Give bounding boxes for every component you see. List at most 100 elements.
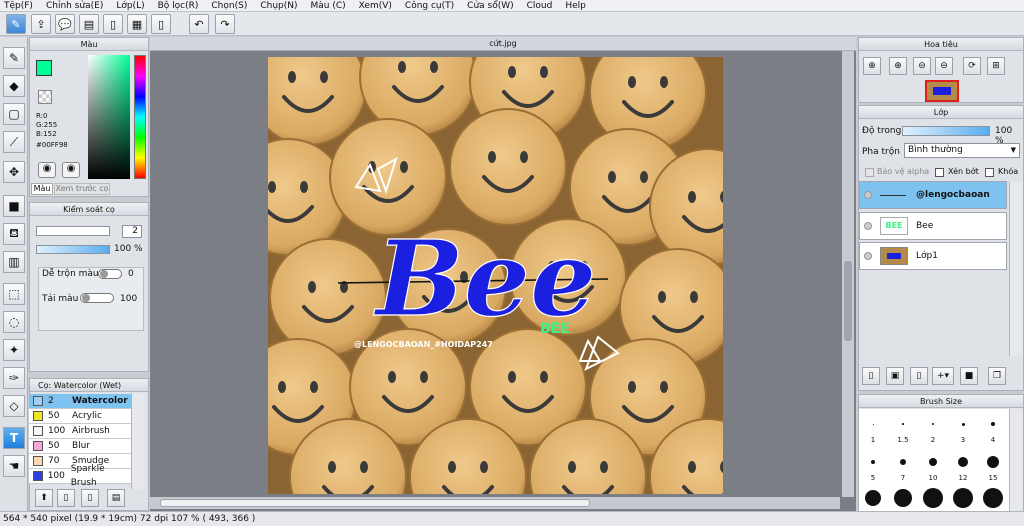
brush-size-dot[interactable] [932,423,934,425]
new-folder-icon[interactable]: ▣ [886,367,904,385]
new-layer-icon[interactable]: ▯ [862,367,880,385]
layer-visibility-icon[interactable] [864,222,872,230]
palette-icon[interactable]: ◉ [38,162,56,178]
transparent-swatch[interactable] [38,90,52,104]
hand-tool-icon[interactable]: ☚ [3,455,25,477]
vertical-scrollbar[interactable] [842,51,854,497]
brush-size-dot[interactable] [923,488,943,508]
bucket-tool-icon[interactable]: ⛾ [3,223,25,245]
brush-row[interactable]: 100 Airbrush [29,424,131,439]
brush-size-scrollbar[interactable] [1009,409,1023,511]
saturation-value-picker[interactable] [88,55,130,179]
brush-size-dot[interactable] [983,488,1003,508]
menu-item[interactable]: Chỉnh sửa(E) [46,1,103,11]
brush-copy-icon[interactable]: ▯ [81,489,99,507]
chat-icon[interactable]: 💬 [55,14,75,34]
brush-size-dot[interactable] [902,423,904,425]
brush-tool-icon[interactable]: ✎ [3,47,25,69]
reload-slider[interactable] [80,293,114,303]
canvas[interactable]: Bee BEE @LENGOCBAOAN_#HOIDAP247 [268,57,723,494]
lasso-tool-icon[interactable]: ◌ [3,311,25,333]
opacity-slider[interactable] [36,245,110,254]
redo-icon[interactable]: ↷ [215,14,235,34]
menu-item[interactable]: Xem(V) [359,1,392,11]
select-rect-tool-icon[interactable]: ⬚ [3,283,25,305]
hue-slider[interactable] [134,55,146,179]
zoom-fit-icon[interactable]: ⊕ [863,57,881,75]
menu-item[interactable]: Lớp(L) [116,1,144,11]
brush-size-dot[interactable] [894,489,912,507]
brush-row[interactable]: 2 Watercolor [29,394,131,409]
menu-item[interactable]: Bộ lọc(R) [158,1,199,11]
brush-settings-icon[interactable]: ▤ [107,489,125,507]
tab-brush-preview[interactable]: Xem trước cọ [54,183,110,195]
document-tab[interactable]: cứt.jpg [150,37,856,51]
menu-item[interactable]: Chụp(N) [260,1,297,11]
size-slider[interactable] [36,226,110,236]
layer-visibility-icon[interactable] [864,252,872,260]
menu-item[interactable]: Cloud [527,1,553,11]
current-color-swatch[interactable] [36,60,52,76]
pen-mode-icon[interactable]: ✎ [6,14,26,34]
brush-list-scrollbar[interactable] [131,393,145,489]
brush-add-icon[interactable]: ⬆ [35,489,53,507]
flip-icon[interactable]: ⊞ [987,57,1005,75]
clipping-checkbox[interactable] [935,168,944,177]
layer-add-menu-icon[interactable]: +▾ [932,367,954,385]
zoom-out-icon[interactable]: ⊖ [913,57,931,75]
line-tool-icon[interactable]: ⟋ [3,131,25,153]
tab-color[interactable]: Màu [31,183,53,195]
folder-icon[interactable]: ■ [960,367,978,385]
file-icon[interactable]: ▯ [151,14,171,34]
protect-alpha-checkbox[interactable] [865,168,874,177]
brush-size-dot[interactable] [958,457,968,467]
lock-checkbox[interactable] [985,168,994,177]
brush-size-dot[interactable] [961,422,965,426]
brush-size-dot[interactable] [991,422,995,426]
layer-row[interactable]: BEE Bee [859,212,1007,240]
navigator-thumbnail[interactable] [925,80,959,102]
menu-item[interactable]: Tệp(F) [4,1,33,11]
fill-rect-tool-icon[interactable]: ■ [3,195,25,217]
window-icon[interactable]: ▤ [79,14,99,34]
brush-row[interactable]: 50 Blur [29,439,131,454]
brush-size-dot[interactable] [900,459,906,465]
eraser-tool-icon[interactable]: ◆ [3,75,25,97]
palette-edit-icon[interactable]: ◉ [62,162,80,178]
brush-size-dot[interactable] [872,423,874,425]
menu-item[interactable]: Công cụ(T) [405,1,454,11]
zoom-actual-icon[interactable]: ⊖ [935,57,953,75]
brush-size-dot[interactable] [953,488,973,508]
move-tool-icon[interactable]: ✥ [3,161,25,183]
rotate-icon[interactable]: ⟳ [963,57,981,75]
magic-wand-tool-icon[interactable]: ✦ [3,339,25,361]
menu-item[interactable]: Chọn(S) [211,1,247,11]
layer-opacity-slider[interactable] [902,126,990,136]
export-icon[interactable]: ⇪ [31,14,51,34]
select-eraser-tool-icon[interactable]: ◇ [3,395,25,417]
layer-visibility-icon[interactable] [864,191,872,199]
document-icon[interactable]: ▯ [103,14,123,34]
merge-layer-icon[interactable]: ❐ [988,367,1006,385]
text-tool-icon[interactable]: T [3,427,25,449]
brush-row[interactable]: 100 Sparkle Brush [29,464,131,488]
size-value[interactable]: 2 [122,225,142,238]
brush-new-icon[interactable]: ▯ [57,489,75,507]
menu-item[interactable]: Cửa sổ(W) [467,1,513,11]
brush-size-dot[interactable] [865,490,881,506]
brush-size-dot[interactable] [929,458,937,466]
layer-scrollbar[interactable] [1009,182,1023,356]
copy-layer-icon[interactable]: ▯ [910,367,928,385]
layer-row[interactable]: Lớp1 [859,242,1007,270]
horizontal-scrollbar[interactable] [150,497,840,509]
menu-item[interactable]: Màu (C) [311,1,346,11]
brush-size-dot[interactable] [871,460,875,464]
zoom-in-icon[interactable]: ⊕ [889,57,907,75]
brush-row[interactable]: 50 Acrylic [29,409,131,424]
brush-size-dot[interactable] [987,456,999,468]
undo-icon[interactable]: ↶ [189,14,209,34]
grid-icon[interactable]: ▦ [127,14,147,34]
menu-item[interactable]: Help [565,1,586,11]
gradient-tool-icon[interactable]: ▥ [3,251,25,273]
rectangle-tool-icon[interactable]: ▢ [3,103,25,125]
